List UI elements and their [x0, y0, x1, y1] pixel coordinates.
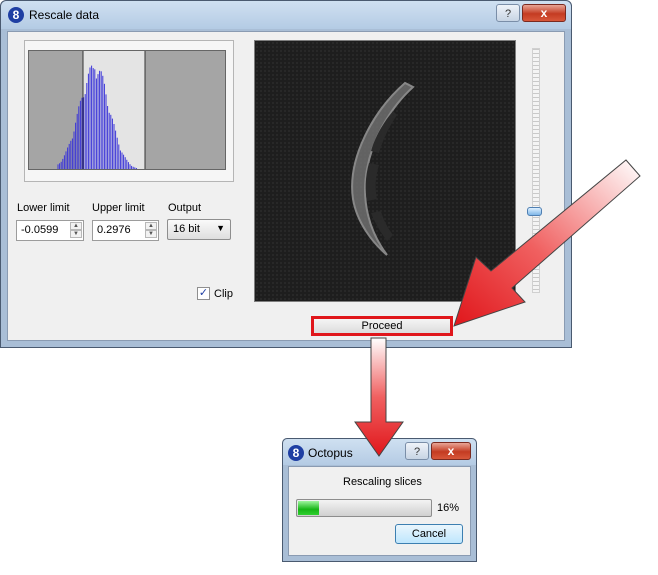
- arrow-to-progress-dialog-icon: [354, 337, 404, 457]
- arrow-to-proceed-icon: [453, 159, 641, 327]
- annotation-arrows: [354, 159, 641, 457]
